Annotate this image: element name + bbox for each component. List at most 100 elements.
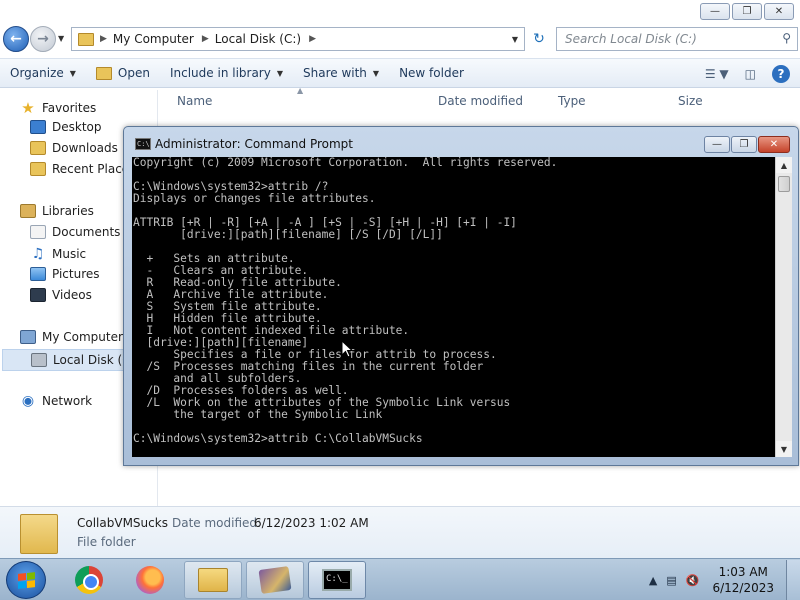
nav-downloads[interactable]: Downloads — [30, 141, 118, 155]
nav-pictures[interactable]: Pictures — [30, 267, 100, 281]
taskbar-winrar[interactable] — [246, 561, 304, 599]
taskbar-firefox[interactable] — [121, 561, 179, 599]
organize-button[interactable]: Organize ▼ — [0, 59, 86, 87]
windows-explorer-icon — [198, 568, 228, 592]
nav-downloads-label: Downloads — [52, 141, 118, 155]
network-status-icon[interactable]: ▤ — [666, 574, 676, 587]
cmd-title-bar[interactable]: C:\ Administrator: Command Prompt — ❐ ✕ — [124, 127, 798, 155]
network-icon: ◉ — [21, 393, 35, 409]
nav-favorites[interactable]: ★ Favorites — [20, 99, 96, 117]
videos-icon — [30, 288, 46, 302]
chevron-right-icon[interactable]: ▶ — [309, 34, 316, 44]
nav-recent-places[interactable]: Recent Places — [30, 162, 135, 176]
address-bar[interactable]: ▶ My Computer ▶ Local Disk (C:) ▶ ▼ — [71, 27, 525, 51]
back-arrow-icon: ← — [10, 31, 22, 47]
search-input[interactable]: Search Local Disk (C:) ⚲ — [556, 27, 798, 51]
minimize-icon: — — [710, 6, 720, 17]
search-placeholder: Search Local Disk (C:) — [565, 32, 697, 46]
cmd-minimize-button[interactable]: — — [704, 136, 730, 153]
refresh-icon: ↻ — [533, 31, 545, 47]
scrollbar-thumb[interactable] — [778, 176, 790, 192]
console-line: the target of the Symbolic Link — [133, 408, 383, 421]
details-file-name: CollabVMSucks — [77, 516, 168, 530]
column-header-size[interactable]: Size — [678, 94, 703, 108]
nav-videos[interactable]: Videos — [30, 288, 92, 302]
share-with-label: Share with — [303, 66, 367, 80]
address-bar-row: ← → ▼ ▶ My Computer ▶ Local Disk (C:) ▶ … — [0, 24, 800, 54]
command-prompt-icon: C:\_ — [322, 569, 352, 591]
taskbar-chrome[interactable] — [60, 561, 118, 599]
nav-libraries-label: Libraries — [42, 204, 94, 218]
chevron-right-icon[interactable]: ▶ — [100, 34, 107, 44]
scroll-down-icon[interactable]: ▼ — [776, 441, 792, 457]
show-desktop-button[interactable] — [786, 560, 800, 600]
column-header-type[interactable]: Type — [558, 94, 586, 108]
nav-documents-label: Documents — [52, 225, 121, 239]
nav-network[interactable]: ◉ Network — [20, 393, 92, 409]
close-icon: ✕ — [774, 6, 784, 17]
breadcrumb-my-computer[interactable]: My Computer — [113, 32, 194, 46]
back-button[interactable]: ← — [3, 26, 29, 52]
nav-libraries[interactable]: Libraries — [20, 204, 94, 218]
share-with-button[interactable]: Share with ▼ — [293, 59, 389, 87]
organize-label: Organize — [10, 66, 64, 80]
nav-favorites-label: Favorites — [42, 101, 97, 115]
taskbar: C:\_ ▲ ▤ 🔇 1:03 AM 6/12/2023 — [0, 558, 800, 600]
history-dropdown-icon[interactable]: ▼ — [58, 34, 64, 43]
documents-icon — [30, 225, 46, 239]
restore-icon: ❐ — [739, 139, 749, 150]
restore-icon: ❐ — [742, 6, 752, 17]
libraries-icon — [20, 204, 36, 218]
new-folder-button[interactable]: New folder — [389, 59, 474, 87]
taskbar-explorer[interactable] — [184, 561, 242, 599]
close-button[interactable]: ✕ — [764, 3, 794, 20]
column-header-date-modified[interactable]: Date modified — [438, 94, 523, 108]
clock[interactable]: 1:03 AM 6/12/2023 — [712, 564, 774, 596]
recent-places-icon — [30, 162, 46, 176]
include-in-library-label: Include in library — [169, 66, 271, 80]
folder-icon — [20, 514, 58, 554]
change-view-icon[interactable]: ☰ ▼ — [705, 67, 729, 81]
nav-documents[interactable]: Documents — [30, 225, 120, 239]
volume-muted-icon[interactable]: 🔇 — [686, 574, 700, 587]
start-button[interactable] — [6, 561, 46, 599]
nav-my-computer[interactable]: My Computer — [20, 330, 123, 344]
refresh-button[interactable]: ↻ — [528, 29, 550, 49]
cmd-restore-button[interactable]: ❐ — [731, 136, 757, 153]
scroll-up-icon[interactable]: ▲ — [776, 157, 792, 173]
restore-button[interactable]: ❐ — [732, 3, 762, 20]
command-bar: Organize ▼ Open Include in library ▼ Sha… — [0, 58, 800, 88]
vertical-scrollbar[interactable]: ▲ ▼ — [775, 157, 792, 457]
cmd-close-button[interactable]: ✕ — [758, 136, 790, 153]
pictures-icon — [30, 267, 46, 281]
include-in-library-button[interactable]: Include in library ▼ — [160, 59, 293, 87]
preview-pane-icon[interactable]: ◫ — [745, 67, 756, 81]
column-header-name[interactable]: Name — [177, 94, 212, 108]
show-hidden-icons-icon[interactable]: ▲ — [649, 574, 657, 587]
command-prompt-window[interactable]: C:\ Administrator: Command Prompt — ❐ ✕ … — [123, 126, 799, 466]
desktop-icon — [30, 120, 46, 134]
open-button[interactable]: Open — [86, 59, 160, 87]
chevron-right-icon[interactable]: ▶ — [202, 34, 209, 44]
system-tray: ▲ ▤ 🔇 1:03 AM 6/12/2023 — [649, 559, 800, 600]
console-line: Displays or changes file attributes. — [133, 192, 376, 205]
sort-ascending-icon: ▲ — [297, 86, 304, 95]
clock-time: 1:03 AM — [718, 565, 768, 579]
address-dropdown-icon[interactable]: ▼ — [512, 35, 518, 44]
help-icon[interactable]: ? — [772, 65, 790, 83]
breadcrumb-local-disk[interactable]: Local Disk (C:) — [215, 32, 301, 46]
star-icon: ★ — [21, 99, 35, 117]
chrome-icon — [75, 566, 103, 594]
new-folder-label: New folder — [399, 66, 464, 80]
nav-desktop[interactable]: Desktop — [30, 120, 102, 134]
console-output[interactable]: Copyright (c) 2009 Microsoft Corporation… — [132, 157, 775, 457]
folder-icon — [78, 32, 94, 46]
taskbar-command-prompt[interactable]: C:\_ — [308, 561, 366, 599]
computer-icon — [20, 330, 36, 344]
minimize-button[interactable]: — — [700, 3, 730, 20]
downloads-icon — [30, 141, 46, 155]
nav-music[interactable]: ♫ Music — [30, 246, 86, 262]
text-cursor-icon — [341, 340, 353, 358]
forward-button[interactable]: → — [30, 26, 56, 52]
nav-videos-label: Videos — [52, 288, 92, 302]
